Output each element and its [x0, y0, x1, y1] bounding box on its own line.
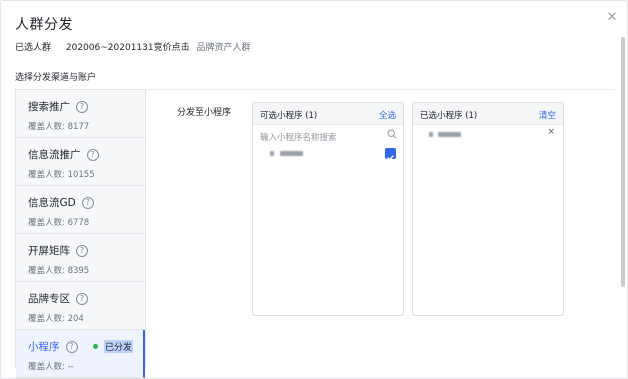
- channel-list: 搜索推广? 覆盖人数: 8177 信息流推广? 覆盖人数: 10155 信息流G…: [15, 89, 146, 378]
- channel-item-feed-gd[interactable]: 信息流GD? 覆盖人数: 6778: [16, 186, 145, 234]
- scrollbar[interactable]: [621, 37, 625, 287]
- clear-button[interactable]: 清空: [539, 109, 556, 121]
- help-icon[interactable]: ?: [81, 196, 94, 209]
- available-panel: 可选小程序 (1) 全选: [252, 102, 404, 316]
- help-icon[interactable]: ?: [76, 244, 88, 257]
- available-panel-title: 可选小程序 (1): [260, 111, 318, 121]
- close-icon[interactable]: ✕: [605, 11, 619, 25]
- channel-count: 覆盖人数: 6778: [28, 218, 90, 228]
- available-panel-header: 可选小程序 (1) 全选: [253, 103, 403, 125]
- checkbox[interactable]: [385, 148, 396, 161]
- help-icon[interactable]: ?: [65, 340, 78, 353]
- channel-item-search[interactable]: 搜索推广? 覆盖人数: 8177: [16, 90, 145, 138]
- selected-panel-title: 已选小程序 (1): [420, 111, 478, 121]
- help-icon[interactable]: ?: [76, 292, 88, 305]
- search-icon[interactable]: [387, 129, 397, 139]
- status-dot-icon: [92, 344, 98, 349]
- channel-count: 覆盖人数: 8395: [28, 266, 90, 276]
- channel-name: 小程序?: [28, 339, 78, 354]
- channel-name: 开屏矩阵?: [28, 243, 88, 258]
- channel-name: 信息流GD?: [28, 195, 94, 210]
- channel-count: 覆盖人数: 204: [28, 314, 84, 324]
- selected-panel-header: 已选小程序 (1) 清空: [413, 103, 563, 125]
- divider: [146, 89, 615, 90]
- channel-count: 覆盖人数: 8177: [28, 122, 90, 132]
- distribute-label: 分发至小程序: [177, 108, 232, 118]
- selected-panel: 已选小程序 (1) 清空 ×: [412, 102, 564, 316]
- blurred-name: [429, 132, 433, 137]
- search-box: [253, 125, 403, 147]
- channel-count: 覆盖人数: 10155: [28, 170, 95, 180]
- remove-icon[interactable]: ×: [547, 127, 555, 137]
- list-item[interactable]: [253, 144, 403, 164]
- section-label: 选择分发渠道与账户: [15, 73, 97, 83]
- list-item: ×: [413, 125, 563, 145]
- channel-item-splash[interactable]: 开屏矩阵? 覆盖人数: 8395: [16, 234, 145, 282]
- check-icon: [387, 155, 394, 161]
- channel-name: 品牌专区?: [28, 291, 88, 306]
- channel-item-feed[interactable]: 信息流推广? 覆盖人数: 10155: [16, 138, 145, 186]
- channel-name: 信息流推广?: [28, 147, 99, 162]
- selected-audience-row: 已选人群 202006~20201131竞价点击 品牌资产人群: [15, 40, 251, 53]
- selected-audience-label: 已选人群: [15, 43, 52, 53]
- blurred-name: [270, 151, 274, 156]
- channel-item-brand-zone[interactable]: 品牌专区? 覆盖人数: 204: [16, 282, 145, 330]
- selected-audience-tag: 品牌资产人群: [196, 43, 251, 53]
- status-badge: 已分发: [92, 340, 133, 353]
- select-all-button[interactable]: 全选: [379, 109, 396, 121]
- dialog-title: 人群分发: [15, 17, 73, 33]
- selected-audience-value: 202006~20201131竞价点击: [65, 43, 190, 53]
- channel-name: 搜索推广?: [28, 99, 88, 114]
- channel-count: 覆盖人数: --: [28, 362, 74, 372]
- help-icon[interactable]: ?: [76, 100, 88, 113]
- help-icon[interactable]: ?: [86, 148, 99, 161]
- blurred-name: [438, 132, 461, 137]
- blurred-name: [280, 151, 303, 156]
- distribute-dialog: 人群分发 ✕ 已选人群 202006~20201131竞价点击 品牌资产人群 选…: [0, 0, 628, 379]
- channel-item-mini-program[interactable]: 小程序? 已分发 覆盖人数: --: [16, 330, 145, 378]
